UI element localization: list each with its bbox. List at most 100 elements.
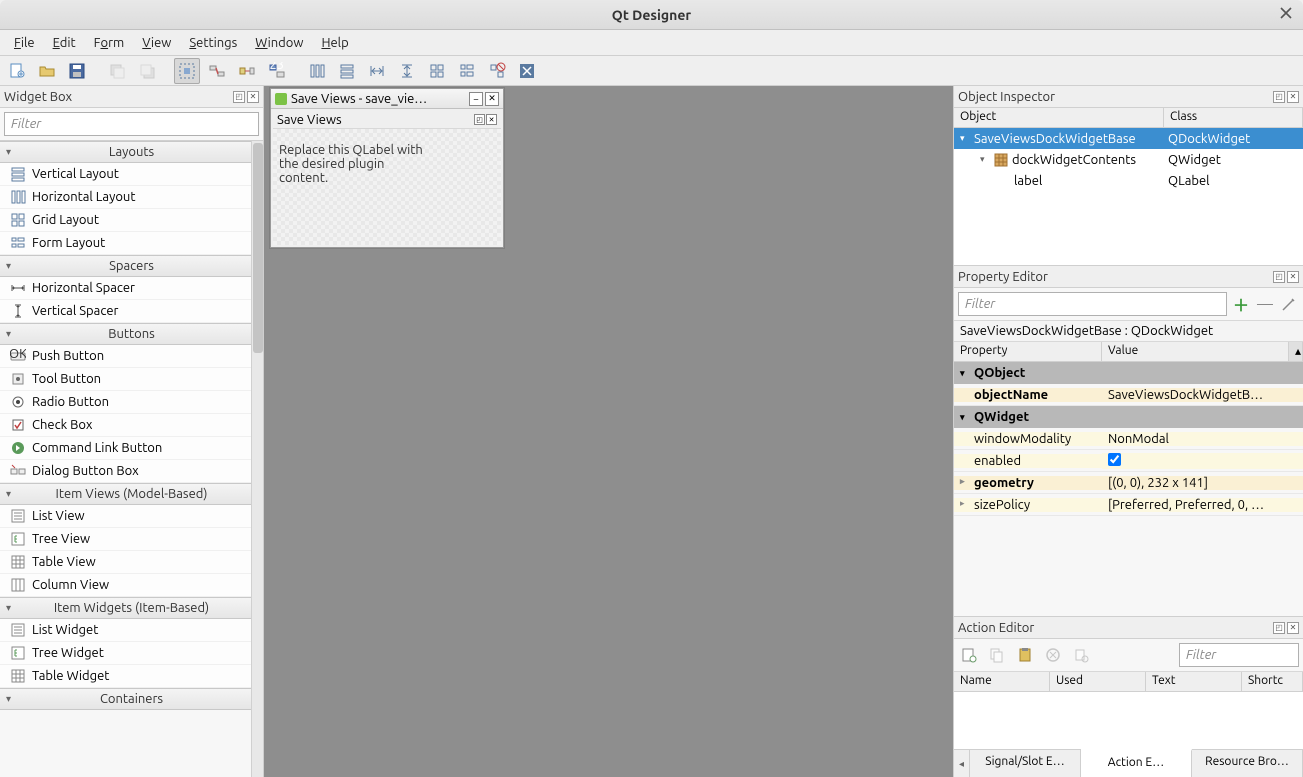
widget-item[interactable]: Tool Button xyxy=(0,368,263,391)
design-dock-close[interactable]: ✕ xyxy=(486,114,497,125)
widget-category[interactable]: ▾Spacers xyxy=(0,255,263,277)
toolbar-layout-split-v[interactable] xyxy=(394,58,420,84)
property-value[interactable] xyxy=(1102,453,1303,469)
design-placeholder-label[interactable]: Replace this QLabel with the desired plu… xyxy=(279,143,429,185)
property-remove-icon[interactable]: — xyxy=(1255,294,1275,314)
action-editor-close-button[interactable]: ✕ xyxy=(1287,622,1299,634)
menu-view[interactable]: View xyxy=(134,33,179,53)
property-row[interactable]: ▸geometry [(0, 0), 232 x 141] xyxy=(954,472,1303,494)
widget-category[interactable]: ▾Containers xyxy=(0,688,263,710)
widget-item[interactable]: OKPush Button xyxy=(0,345,263,368)
widget-item[interactable]: Tree Widget xyxy=(0,642,263,665)
window-close-button[interactable] xyxy=(1279,6,1295,22)
toolbar-layout-horizontal[interactable] xyxy=(304,58,330,84)
tab-resource-browser[interactable]: Resource Bro… xyxy=(1192,750,1303,777)
widget-box-close-button[interactable]: ✕ xyxy=(247,91,259,103)
property-row[interactable]: objectName SaveViewsDockWidgetB… xyxy=(954,384,1303,406)
widget-item[interactable]: Table View xyxy=(0,551,263,574)
menu-file[interactable]: File xyxy=(6,33,43,53)
property-add-icon[interactable]: ＋ xyxy=(1231,294,1251,314)
widget-category[interactable]: ▾Buttons xyxy=(0,323,263,345)
property-header-name[interactable]: Property xyxy=(954,342,1102,361)
property-value[interactable]: NonModal xyxy=(1102,432,1303,446)
property-value[interactable]: SaveViewsDockWidgetB… xyxy=(1102,388,1303,402)
design-window-close[interactable]: ✕ xyxy=(485,92,499,106)
property-value[interactable]: [Preferred, Preferred, 0, … xyxy=(1102,498,1303,512)
widget-item[interactable]: Dialog Button Box xyxy=(0,460,263,483)
toolbar-layout-vertical[interactable] xyxy=(334,58,360,84)
object-tree-row[interactable]: ▾dockWidgetContents QWidget xyxy=(954,149,1303,170)
toolbar-layout-split-h[interactable] xyxy=(364,58,390,84)
widget-box-filter-input[interactable] xyxy=(4,112,259,136)
action-header-shortcut[interactable]: Shortc xyxy=(1242,672,1303,691)
action-editor-list[interactable] xyxy=(954,692,1303,749)
object-tree-row[interactable]: ▾SaveViewsDockWidgetBase QDockWidget xyxy=(954,128,1303,149)
toolbar-new[interactable] xyxy=(4,58,30,84)
widget-item[interactable]: List View xyxy=(0,505,263,528)
action-copy-icon[interactable] xyxy=(986,644,1008,666)
action-editor-filter-input[interactable] xyxy=(1179,643,1299,667)
widget-item[interactable]: List Widget xyxy=(0,619,263,642)
widget-item[interactable]: Vertical Layout xyxy=(0,163,263,186)
toolbar-edit-buddies[interactable] xyxy=(234,58,260,84)
toolbar-edit-widgets[interactable] xyxy=(174,58,200,84)
action-header-text[interactable]: Text xyxy=(1146,672,1242,691)
property-group[interactable]: ▾QWidget xyxy=(954,406,1303,428)
widget-category[interactable]: ▾Layouts xyxy=(0,141,263,163)
property-editor-close-button[interactable]: ✕ xyxy=(1287,271,1299,283)
toolbar-edit-tab-order[interactable]: 123 xyxy=(264,58,290,84)
widget-item[interactable]: Radio Button xyxy=(0,391,263,414)
object-inspector-header-class[interactable]: Class xyxy=(1164,108,1303,127)
property-editor-filter-input[interactable] xyxy=(958,292,1227,316)
object-inspector-float-button[interactable]: ◰ xyxy=(1273,91,1285,103)
toolbar-layout-grid[interactable] xyxy=(424,58,450,84)
widget-item[interactable]: Grid Layout xyxy=(0,209,263,232)
widget-item[interactable]: Horizontal Layout xyxy=(0,186,263,209)
widget-item[interactable]: Command Link Button xyxy=(0,437,263,460)
widget-item[interactable]: Tree View xyxy=(0,528,263,551)
widget-item[interactable]: Table Widget xyxy=(0,665,263,688)
menu-form[interactable]: Form xyxy=(86,33,133,53)
design-canvas[interactable]: Save Views - save_vie… – ✕ Save Views ◰ … xyxy=(264,86,953,777)
property-row[interactable]: ▸sizePolicy [Preferred, Preferred, 0, … xyxy=(954,494,1303,516)
toolbar-open[interactable] xyxy=(34,58,60,84)
toolbar-break-layout[interactable] xyxy=(484,58,510,84)
action-configure-icon[interactable] xyxy=(1070,644,1092,666)
action-editor-float-button[interactable]: ◰ xyxy=(1273,622,1285,634)
action-paste-icon[interactable] xyxy=(1014,644,1036,666)
menu-settings[interactable]: Settings xyxy=(181,33,245,53)
property-row[interactable]: windowModality NonModal xyxy=(954,428,1303,450)
menu-edit[interactable]: Edit xyxy=(45,33,84,53)
object-inspector-close-button[interactable]: ✕ xyxy=(1287,91,1299,103)
widget-box-list[interactable]: ▾LayoutsVertical LayoutHorizontal Layout… xyxy=(0,140,263,777)
action-delete-icon[interactable] xyxy=(1042,644,1064,666)
toolbar-adjust-size[interactable] xyxy=(514,58,540,84)
toolbar-edit-signals[interactable] xyxy=(204,58,230,84)
design-dock-float[interactable]: ◰ xyxy=(474,114,485,125)
property-editor-float-button[interactable]: ◰ xyxy=(1273,271,1285,283)
property-config-icon[interactable] xyxy=(1279,294,1299,314)
widget-category[interactable]: ▾Item Widgets (Item-Based) xyxy=(0,597,263,619)
widget-item[interactable]: Form Layout xyxy=(0,232,263,255)
widget-box-scrollbar[interactable] xyxy=(251,141,263,777)
object-inspector-tree[interactable]: ▾SaveViewsDockWidgetBase QDockWidget ▾do… xyxy=(954,128,1303,265)
property-scroll-up[interactable]: ▴ xyxy=(1289,342,1303,361)
property-group[interactable]: ▾QObject xyxy=(954,362,1303,384)
menu-help[interactable]: Help xyxy=(313,33,356,53)
widget-item[interactable]: Vertical Spacer xyxy=(0,300,263,323)
property-header-value[interactable]: Value xyxy=(1102,342,1289,361)
property-value[interactable]: [(0, 0), 232 x 141] xyxy=(1102,476,1303,490)
object-tree-row[interactable]: label QLabel xyxy=(954,170,1303,191)
widget-item[interactable]: Column View xyxy=(0,574,263,597)
widget-item[interactable]: Check Box xyxy=(0,414,263,437)
menu-window[interactable]: Window xyxy=(247,33,311,53)
object-inspector-header-object[interactable]: Object xyxy=(954,108,1164,127)
widget-category[interactable]: ▾Item Views (Model-Based) xyxy=(0,483,263,505)
tab-action-editor[interactable]: Action E… xyxy=(1081,749,1192,777)
property-editor-tree[interactable]: ▾QObject objectName SaveViewsDockWidgetB… xyxy=(954,362,1303,616)
action-header-used[interactable]: Used xyxy=(1050,672,1146,691)
toolbar-save[interactable] xyxy=(64,58,90,84)
design-dock-content[interactable]: Replace this QLabel with the desired plu… xyxy=(273,129,501,245)
action-new-icon[interactable] xyxy=(958,644,980,666)
tab-signal-slot[interactable]: Signal/Slot E… xyxy=(970,750,1081,777)
